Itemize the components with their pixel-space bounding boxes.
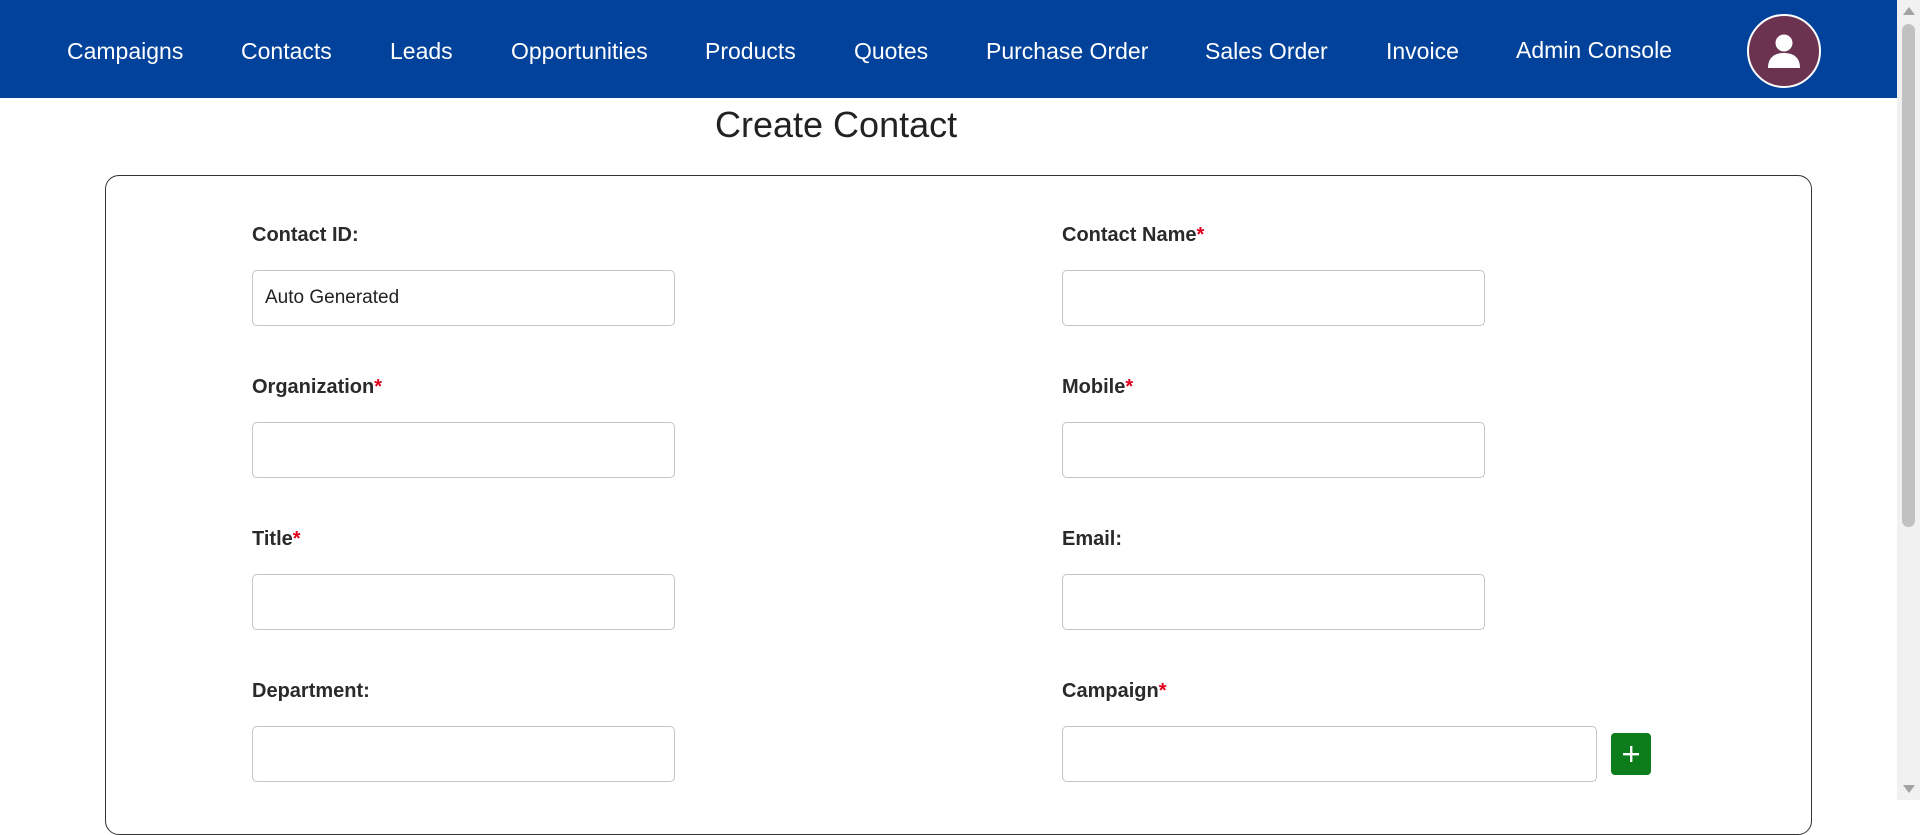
user-avatar-button[interactable] bbox=[1747, 14, 1821, 88]
nav-item-sales-order[interactable]: Sales Order bbox=[1205, 38, 1328, 65]
page-title: Create Contact bbox=[715, 104, 958, 145]
vertical-scrollbar[interactable] bbox=[1897, 0, 1920, 800]
nav-item-invoice[interactable]: Invoice bbox=[1386, 38, 1459, 65]
required-asterisk: * bbox=[1125, 376, 1134, 398]
mobile-input[interactable] bbox=[1062, 422, 1485, 478]
mobile-label: Mobile* bbox=[1062, 376, 1134, 398]
required-asterisk: * bbox=[1158, 680, 1167, 702]
nav-item-purchase-order[interactable]: Purchase Order bbox=[986, 38, 1148, 65]
scroll-down-arrow-icon[interactable] bbox=[1903, 785, 1915, 793]
organization-input[interactable] bbox=[252, 422, 675, 478]
department-label: Department: bbox=[252, 680, 370, 702]
nav-item-quotes[interactable]: Quotes bbox=[854, 38, 928, 65]
required-asterisk: * bbox=[1196, 224, 1205, 246]
nav-item-contacts[interactable]: Contacts bbox=[241, 38, 332, 65]
user-icon bbox=[1768, 34, 1800, 68]
nav-item-admin-console[interactable]: Admin Console bbox=[1516, 37, 1672, 64]
title-input[interactable] bbox=[252, 574, 675, 630]
add-campaign-button[interactable] bbox=[1611, 733, 1651, 775]
scroll-up-arrow-icon[interactable] bbox=[1903, 7, 1915, 15]
title-label: Title* bbox=[252, 528, 301, 550]
contact-id-label: Contact ID: bbox=[252, 224, 359, 246]
nav-item-opportunities[interactable]: Opportunities bbox=[511, 38, 648, 65]
nav-item-campaigns[interactable]: Campaigns bbox=[67, 38, 183, 65]
campaign-input[interactable] bbox=[1062, 726, 1597, 782]
plus-icon bbox=[1623, 746, 1639, 762]
required-asterisk: * bbox=[292, 528, 301, 550]
nav-item-products[interactable]: Products bbox=[705, 38, 796, 65]
contact-name-input[interactable] bbox=[1062, 270, 1485, 326]
top-navbar: Campaigns Contacts Leads Opportunities P… bbox=[0, 0, 1897, 98]
required-asterisk: * bbox=[374, 376, 383, 398]
nav-item-leads[interactable]: Leads bbox=[390, 38, 453, 65]
contact-name-label: Contact Name* bbox=[1062, 224, 1205, 246]
department-input[interactable] bbox=[252, 726, 675, 782]
organization-label: Organization* bbox=[252, 376, 383, 398]
email-label: Email: bbox=[1062, 528, 1123, 550]
email-input[interactable] bbox=[1062, 574, 1485, 630]
campaign-label: Campaign* bbox=[1062, 680, 1167, 702]
contact-id-input[interactable] bbox=[252, 270, 675, 326]
scrollbar-thumb[interactable] bbox=[1902, 24, 1915, 527]
